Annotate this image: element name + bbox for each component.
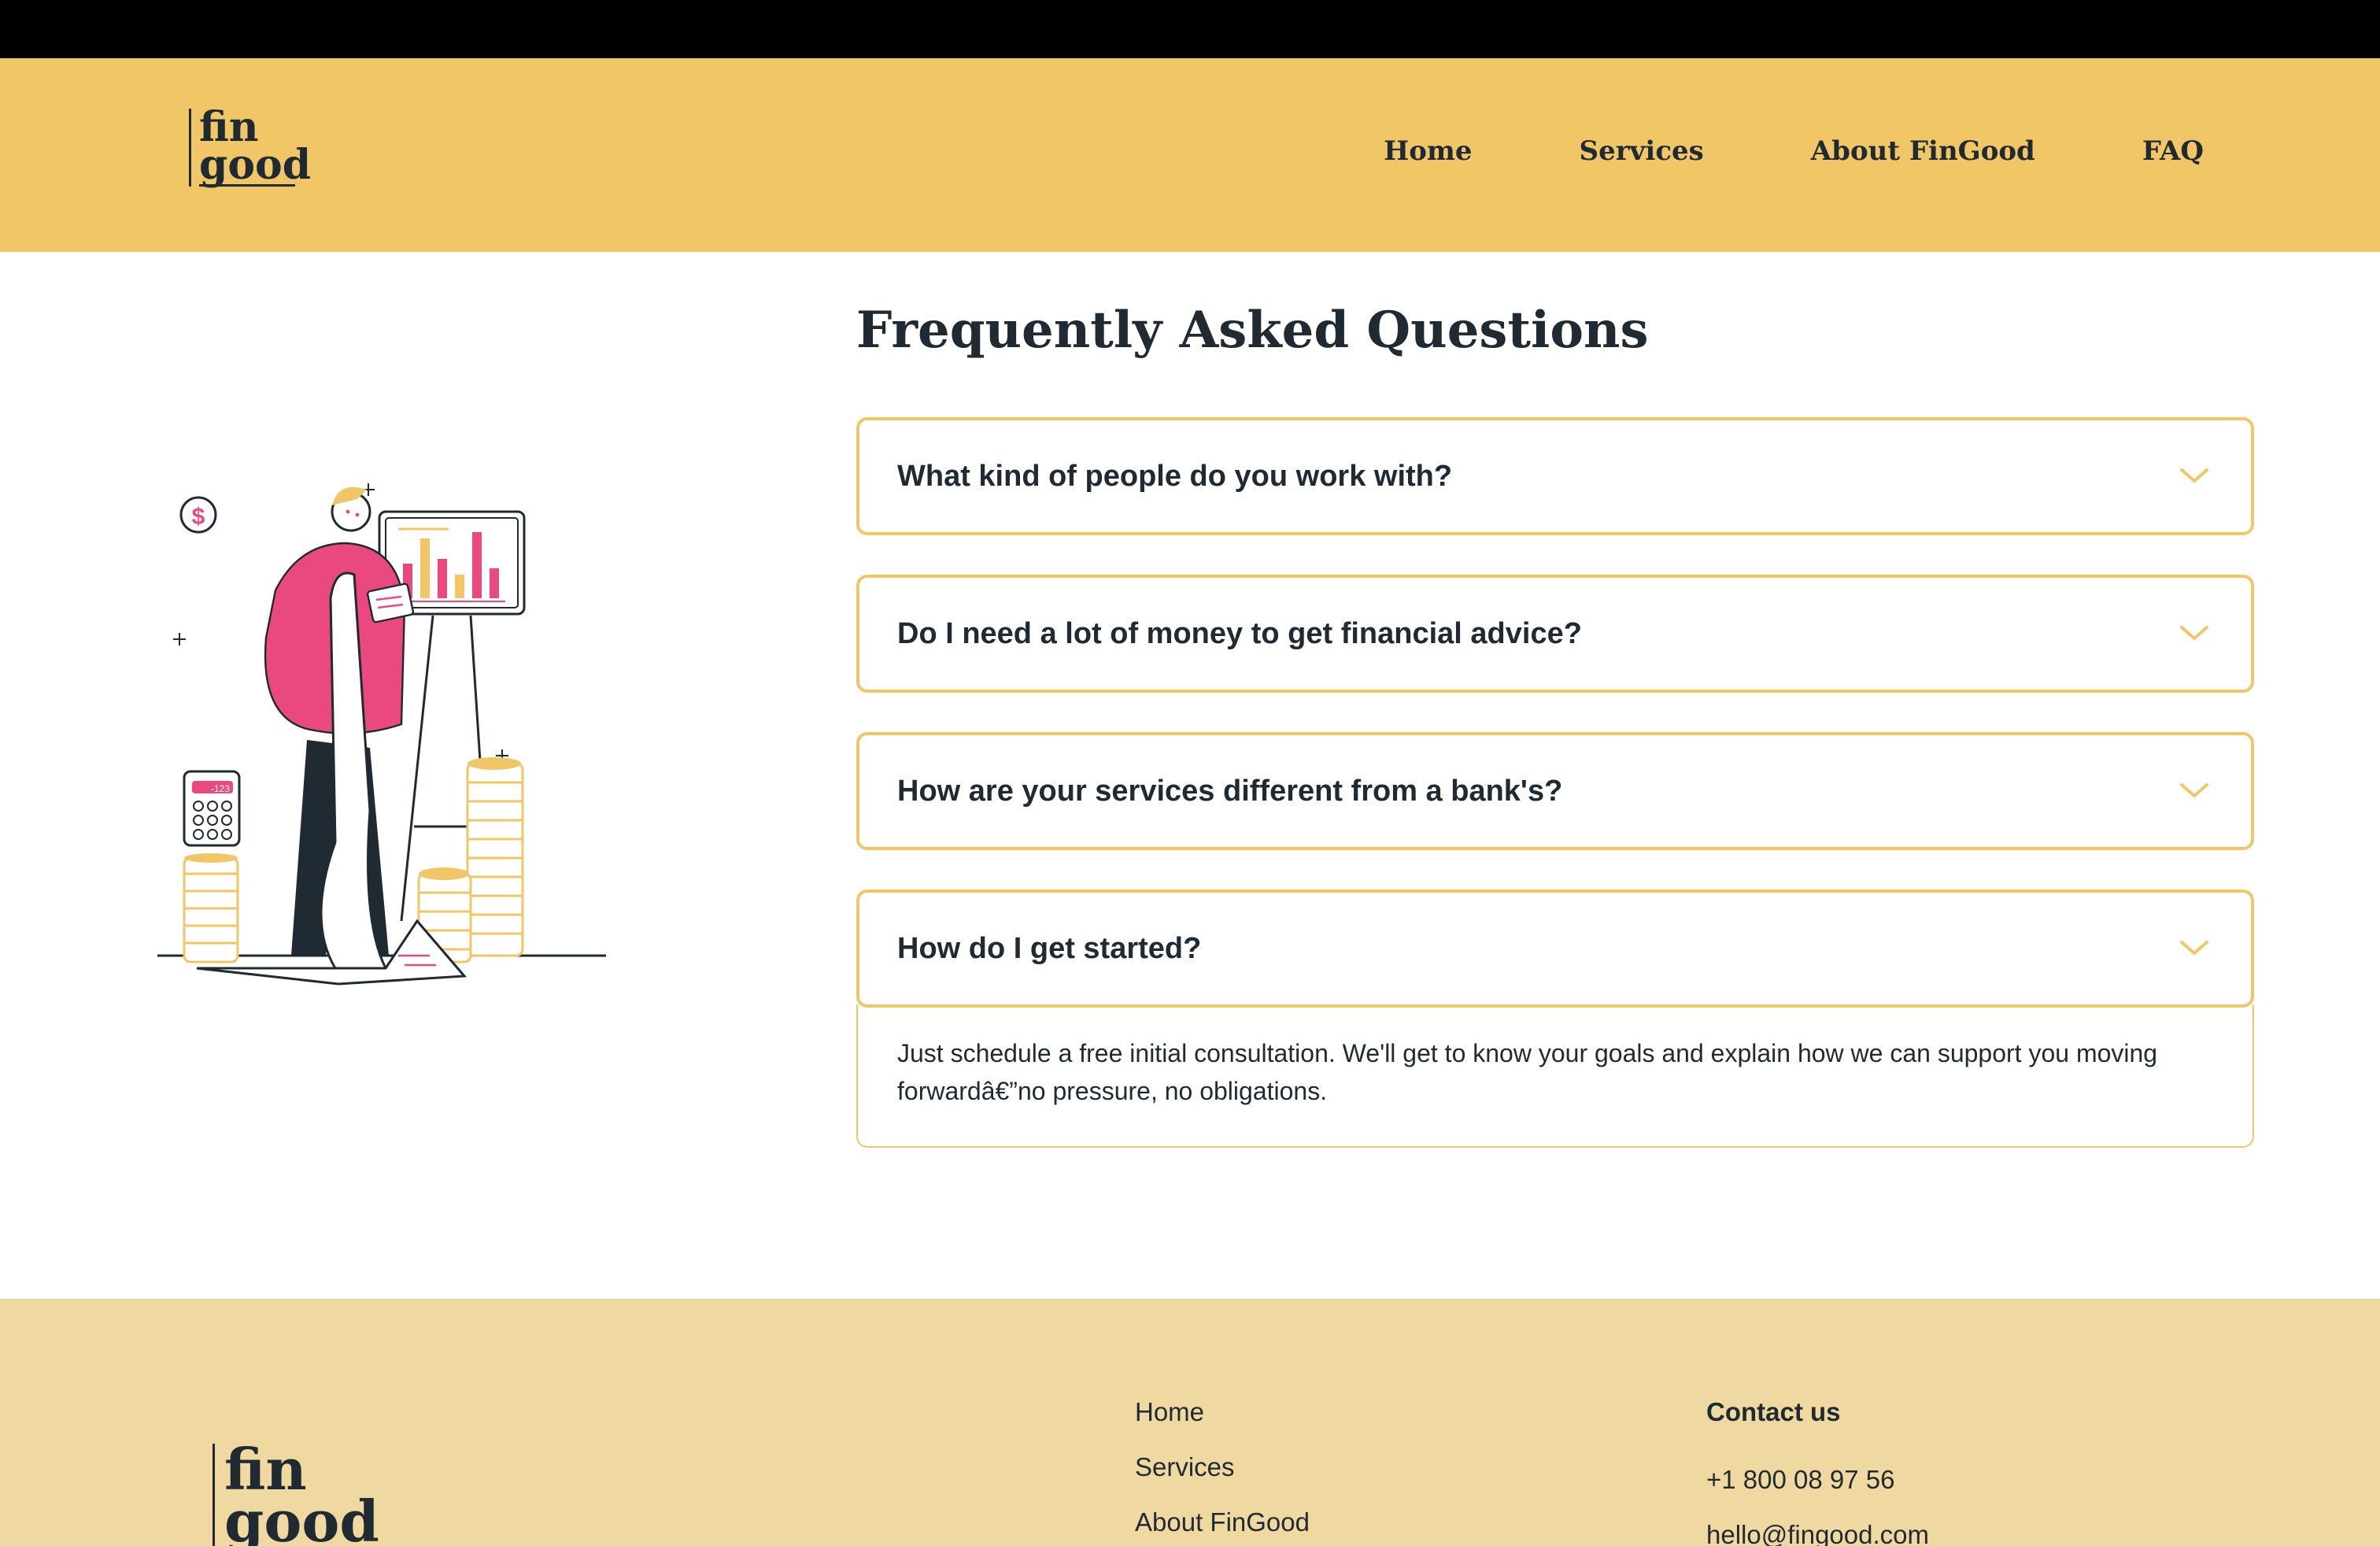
nav-faq[interactable]: FAQ <box>2142 135 2204 167</box>
nav-home[interactable]: Home <box>1384 135 1472 167</box>
footer-link-services[interactable]: Services <box>1135 1452 1310 1483</box>
contact-email[interactable]: hello@fingood.com <box>1706 1519 1929 1546</box>
faq-question-4: How do I get started? <box>897 931 1202 965</box>
browser-top-bar <box>0 0 2380 58</box>
chevron-down-icon <box>2180 468 2208 483</box>
logo-line-2: good <box>199 140 312 189</box>
faq-question-3: How are your services different from a b… <box>897 774 1563 808</box>
faq-item-3[interactable]: How are your services different from a b… <box>856 732 2254 850</box>
nav-services[interactable]: Services <box>1580 135 1704 167</box>
faq-question-2: Do I need a lot of money to get financia… <box>897 616 1582 650</box>
faq-item-2[interactable]: Do I need a lot of money to get financia… <box>856 575 2254 693</box>
footer-logo-line-2: good <box>224 1488 379 1546</box>
footer-logo[interactable]: fin good <box>213 1441 379 1546</box>
faq-item-1[interactable]: What kind of people do you work with? <box>856 417 2254 535</box>
faq-item-4[interactable]: How do I get started? <box>856 890 2254 1008</box>
site-header: fin good Home Services About FinGood FAQ <box>0 58 2380 252</box>
footer-contact: Contact us +1 800 08 97 56 hello@fingood… <box>1706 1396 1929 1546</box>
main-nav: Home Services About FinGood FAQ <box>1384 135 2204 167</box>
finance-illustration: -123 $ <box>157 483 606 986</box>
contact-phone[interactable]: +1 800 08 97 56 <box>1706 1464 1929 1496</box>
faq-answer-4: Just schedule a free initial consultatio… <box>856 1004 2254 1148</box>
site-footer: fin good Home Services About FinGood Con… <box>0 1299 2380 1546</box>
header-logo[interactable]: fin good <box>189 107 312 189</box>
chevron-down-icon <box>2180 626 2208 640</box>
footer-link-home[interactable]: Home <box>1135 1396 1310 1428</box>
nav-about[interactable]: About FinGood <box>1811 135 2035 167</box>
calculator-display: -123 <box>211 783 230 794</box>
footer-link-about[interactable]: About FinGood <box>1135 1507 1310 1538</box>
dollar-icon: $ <box>192 504 205 530</box>
chevron-down-icon <box>2180 941 2208 955</box>
faq-title: Frequently Asked Questions <box>856 301 1649 360</box>
contact-title: Contact us <box>1706 1397 1841 1426</box>
faq-question-1: What kind of people do you work with? <box>897 459 1453 493</box>
footer-links: Home Services About FinGood <box>1135 1396 1310 1538</box>
chevron-down-icon <box>2180 783 2208 797</box>
